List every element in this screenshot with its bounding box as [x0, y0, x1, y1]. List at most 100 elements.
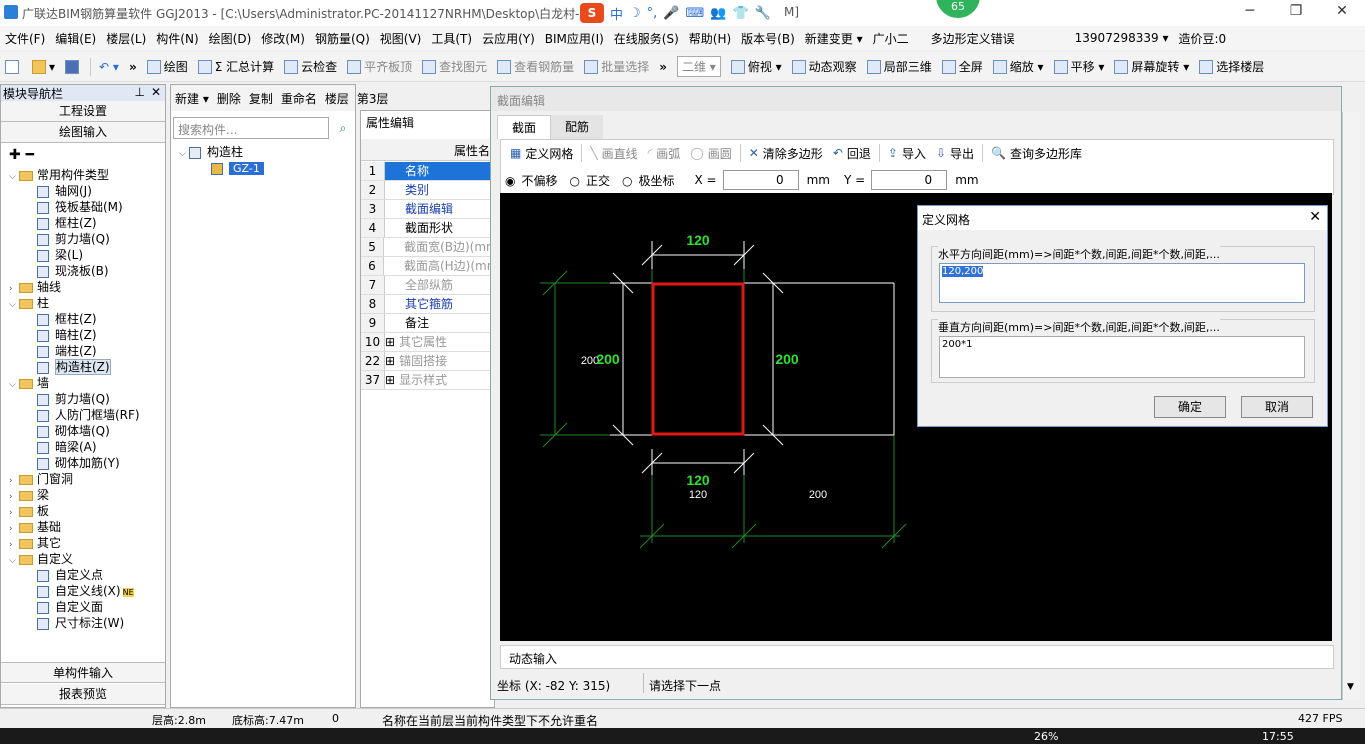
tree-item[interactable]: ⌵ 墙 — [9, 375, 49, 391]
ime-item-icon[interactable]: °, — [647, 6, 658, 21]
property-row[interactable]: 7 全部纵筋 — [361, 276, 494, 295]
menu-item[interactable]: 广小二 — [868, 30, 914, 47]
property-tab[interactable]: 属性编辑 — [361, 111, 421, 133]
menu-item[interactable]: 在线服务(S) — [609, 30, 684, 47]
menu-item[interactable]: 造价豆:0 — [1173, 30, 1231, 47]
toolbar-button[interactable]: Σ 汇总计算 — [193, 58, 279, 75]
toolbar-button[interactable]: 绘图 — [142, 58, 193, 75]
tree-item[interactable]: 砌体墙(Q) — [37, 423, 110, 439]
component-search-input[interactable]: 搜索构件... — [173, 117, 329, 139]
tree-item[interactable]: ⌵ 自定义 — [9, 551, 73, 567]
toolbar-button[interactable]: 查看钢筋量 — [492, 58, 579, 75]
menu-item[interactable]: 工具(T) — [426, 30, 477, 47]
ime-item-icon[interactable]: 👥 — [710, 6, 726, 21]
restore-icon[interactable]: ❐ — [1274, 0, 1318, 22]
search-icon[interactable]: ⌕ — [332, 117, 354, 139]
tree-item[interactable]: 自定义线(X) NE — [37, 583, 134, 599]
tree-item[interactable]: 端柱(Z) — [37, 343, 97, 359]
section-tab[interactable]: 截面 — [497, 115, 552, 139]
property-row[interactable]: 37 ⊞ 显示样式 — [361, 371, 494, 390]
section-tool-button[interactable]: ⇪ 导入 — [883, 145, 931, 162]
property-row[interactable]: 22 ⊞ 锚固搭接 — [361, 352, 494, 371]
toolbar-button[interactable]: 批量选择 — [579, 58, 654, 75]
expand-icon[interactable]: ⊞ — [385, 371, 395, 389]
snap-radio[interactable]: ○ 极坐标 — [622, 172, 675, 189]
single-input-button[interactable]: 单构件输入 — [1, 662, 165, 683]
tree-item[interactable]: 自定义面 — [37, 599, 103, 615]
toolbar-button[interactable]: 平齐板顶 — [342, 58, 417, 75]
section-tool-button[interactable]: ✕ 清除多边形 — [744, 145, 828, 162]
property-row[interactable]: 9 备注 — [361, 314, 494, 333]
property-row[interactable]: 10 ⊞ 其它属性 — [361, 333, 494, 352]
menu-item[interactable]: 版本号(B) — [736, 30, 800, 47]
toolbar-button[interactable]: 俯视 ▾ — [726, 58, 787, 75]
toolbar-button[interactable]: 动态观察 — [787, 58, 862, 75]
menu-item[interactable]: 编辑(E) — [50, 30, 101, 47]
tree-item[interactable]: 现浇板(B) — [37, 263, 109, 279]
toolbar-button[interactable]: 全屏 — [937, 58, 988, 75]
tree-item[interactable]: 框柱(Z) — [37, 311, 97, 327]
section-tool-button[interactable]: ⇩ 导出 — [931, 145, 979, 162]
expand-icon[interactable]: ⊞ — [385, 352, 395, 370]
v-spacing-input[interactable]: 200*1 — [939, 336, 1305, 378]
tree-item[interactable]: 框柱(Z) — [37, 215, 97, 231]
ime-item-icon[interactable]: 🔧 — [755, 6, 771, 21]
tree-item[interactable]: 人防门框墙(RF) — [37, 407, 140, 423]
property-row[interactable]: 1 名称 — [361, 162, 494, 181]
tree-item[interactable]: 筏板基础(M) — [37, 199, 123, 215]
menu-item[interactable]: 构件(N) — [151, 30, 203, 47]
property-row[interactable]: 5 截面宽(B边)(mm — [361, 238, 494, 257]
close-icon[interactable]: ✕ — [1320, 0, 1364, 22]
cancel-button[interactable]: 取消 — [1241, 396, 1313, 418]
property-row[interactable]: 3 截面编辑 — [361, 200, 494, 219]
toolbar-button[interactable]: 云检查 — [279, 58, 342, 75]
ime-item-icon[interactable]: ☽ — [629, 6, 641, 21]
menu-item[interactable]: 钢筋量(Q) — [310, 30, 375, 47]
snap-radio[interactable]: ◉ 不偏移 — [505, 172, 558, 189]
ime-item-icon[interactable]: ⌨ — [686, 6, 705, 21]
comp-toolbar-button[interactable]: 删除 — [213, 90, 245, 107]
menu-item[interactable]: 13907298339 ▾ — [1070, 31, 1174, 45]
undo-icon[interactable]: ↶ ▾ — [94, 60, 124, 74]
expand-icon[interactable]: ⊞ — [385, 333, 395, 351]
section-tool-button[interactable]: ↶ 回退 — [828, 145, 876, 162]
comp-toolbar-button[interactable]: 重命名 — [277, 90, 321, 107]
tree-toggle-icon[interactable]: ⌵ — [9, 169, 19, 185]
comp-tree-root[interactable]: ⌵ 构造柱 — [179, 144, 243, 160]
new-file-icon[interactable] — [0, 59, 27, 74]
menu-item[interactable]: 多边形定义错误 — [926, 30, 1020, 47]
section-tab[interactable]: 配筋 — [551, 115, 604, 139]
section-tool-button[interactable]: ◯ 画圆 — [685, 145, 736, 162]
comp-toolbar-button[interactable]: 第3层 — [353, 90, 393, 107]
property-row[interactable]: 6 截面高(H边)(mm — [361, 257, 494, 276]
tree-item[interactable]: › 其它 — [9, 535, 61, 551]
tree-item[interactable]: 轴网(J) — [37, 183, 92, 199]
tree-item[interactable]: 剪力墙(Q) — [37, 231, 110, 247]
comp-tree-gz1[interactable]: GZ-1 — [211, 160, 264, 176]
tree-item[interactable]: 构造柱(Z) — [37, 359, 111, 375]
section-tool-button[interactable]: 🔍 查询多边形库 — [986, 145, 1087, 162]
pin-icon[interactable]: ⊥ — [135, 85, 145, 99]
tree-toggle-icon[interactable]: ⌵ — [9, 553, 19, 569]
tree-item[interactable]: ⌵ 柱 — [9, 295, 49, 311]
view-mode-select[interactable]: 二维 ▾ — [672, 56, 726, 77]
x-input[interactable]: 0 — [722, 170, 799, 190]
menu-item[interactable]: 云应用(Y) — [477, 30, 540, 47]
snap-radio[interactable]: ○ 正交 — [570, 172, 611, 189]
tree-item[interactable]: › 门窗洞 — [9, 471, 73, 487]
tree-toggle-icon[interactable]: ⌵ — [9, 297, 19, 313]
h-spacing-input[interactable]: 120,200 — [939, 263, 1305, 303]
property-row[interactable]: 8 其它箍筋 — [361, 295, 494, 314]
draw-input-button[interactable]: 绘图输入 — [1, 122, 165, 143]
sogou-icon[interactable]: S — [580, 3, 604, 23]
right-scrollbar[interactable]: ▼ — [1342, 112, 1360, 700]
grid-dialog-close-icon[interactable]: ✕ — [1309, 209, 1321, 225]
menu-item[interactable]: 视图(V) — [375, 30, 427, 47]
collapse-all-icon[interactable]: ━ — [26, 147, 34, 163]
ime-item-icon[interactable]: 👕 — [732, 6, 748, 21]
tree-item[interactable]: › 梁 — [9, 487, 49, 503]
tree-item[interactable]: 剪力墙(Q) — [37, 391, 110, 407]
nav-close-icon[interactable]: ✕ — [151, 85, 161, 99]
menu-item[interactable]: 帮助(H) — [684, 30, 736, 47]
minimize-icon[interactable]: ─ — [1228, 0, 1272, 22]
